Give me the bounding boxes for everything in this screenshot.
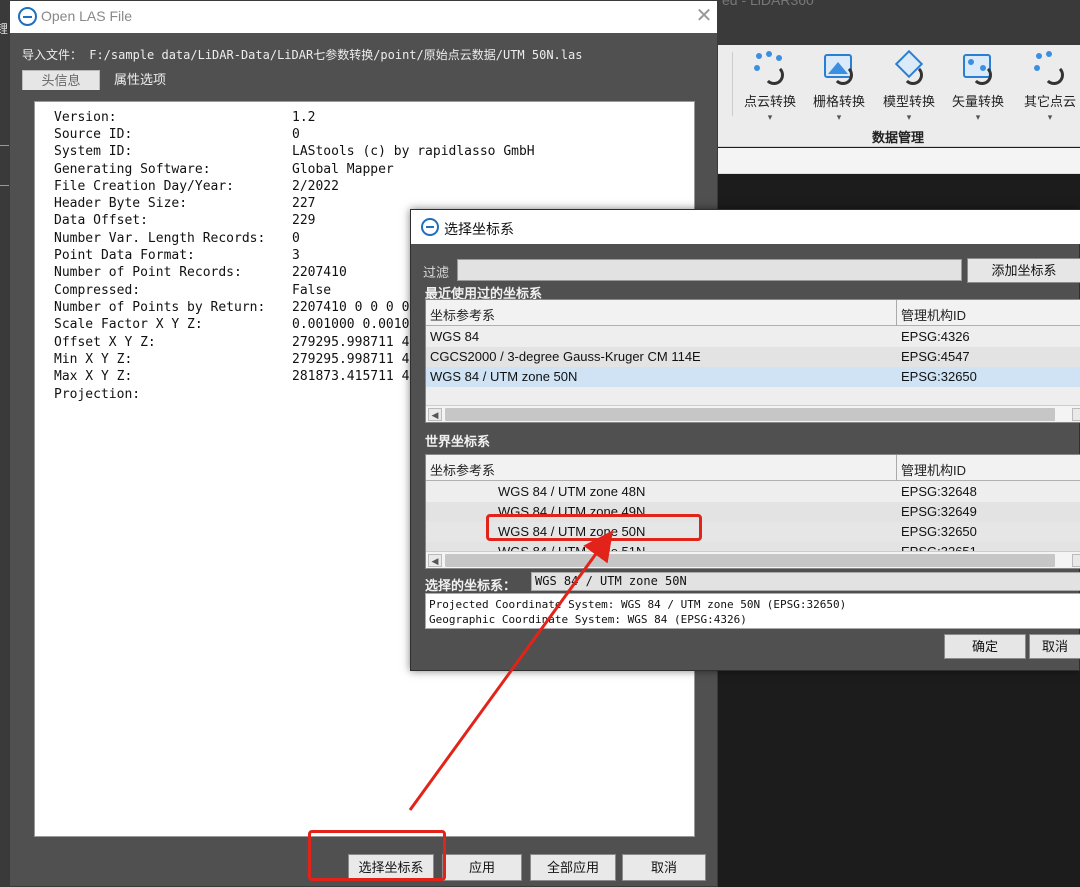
- red-arrow-annotation: [408, 530, 614, 811]
